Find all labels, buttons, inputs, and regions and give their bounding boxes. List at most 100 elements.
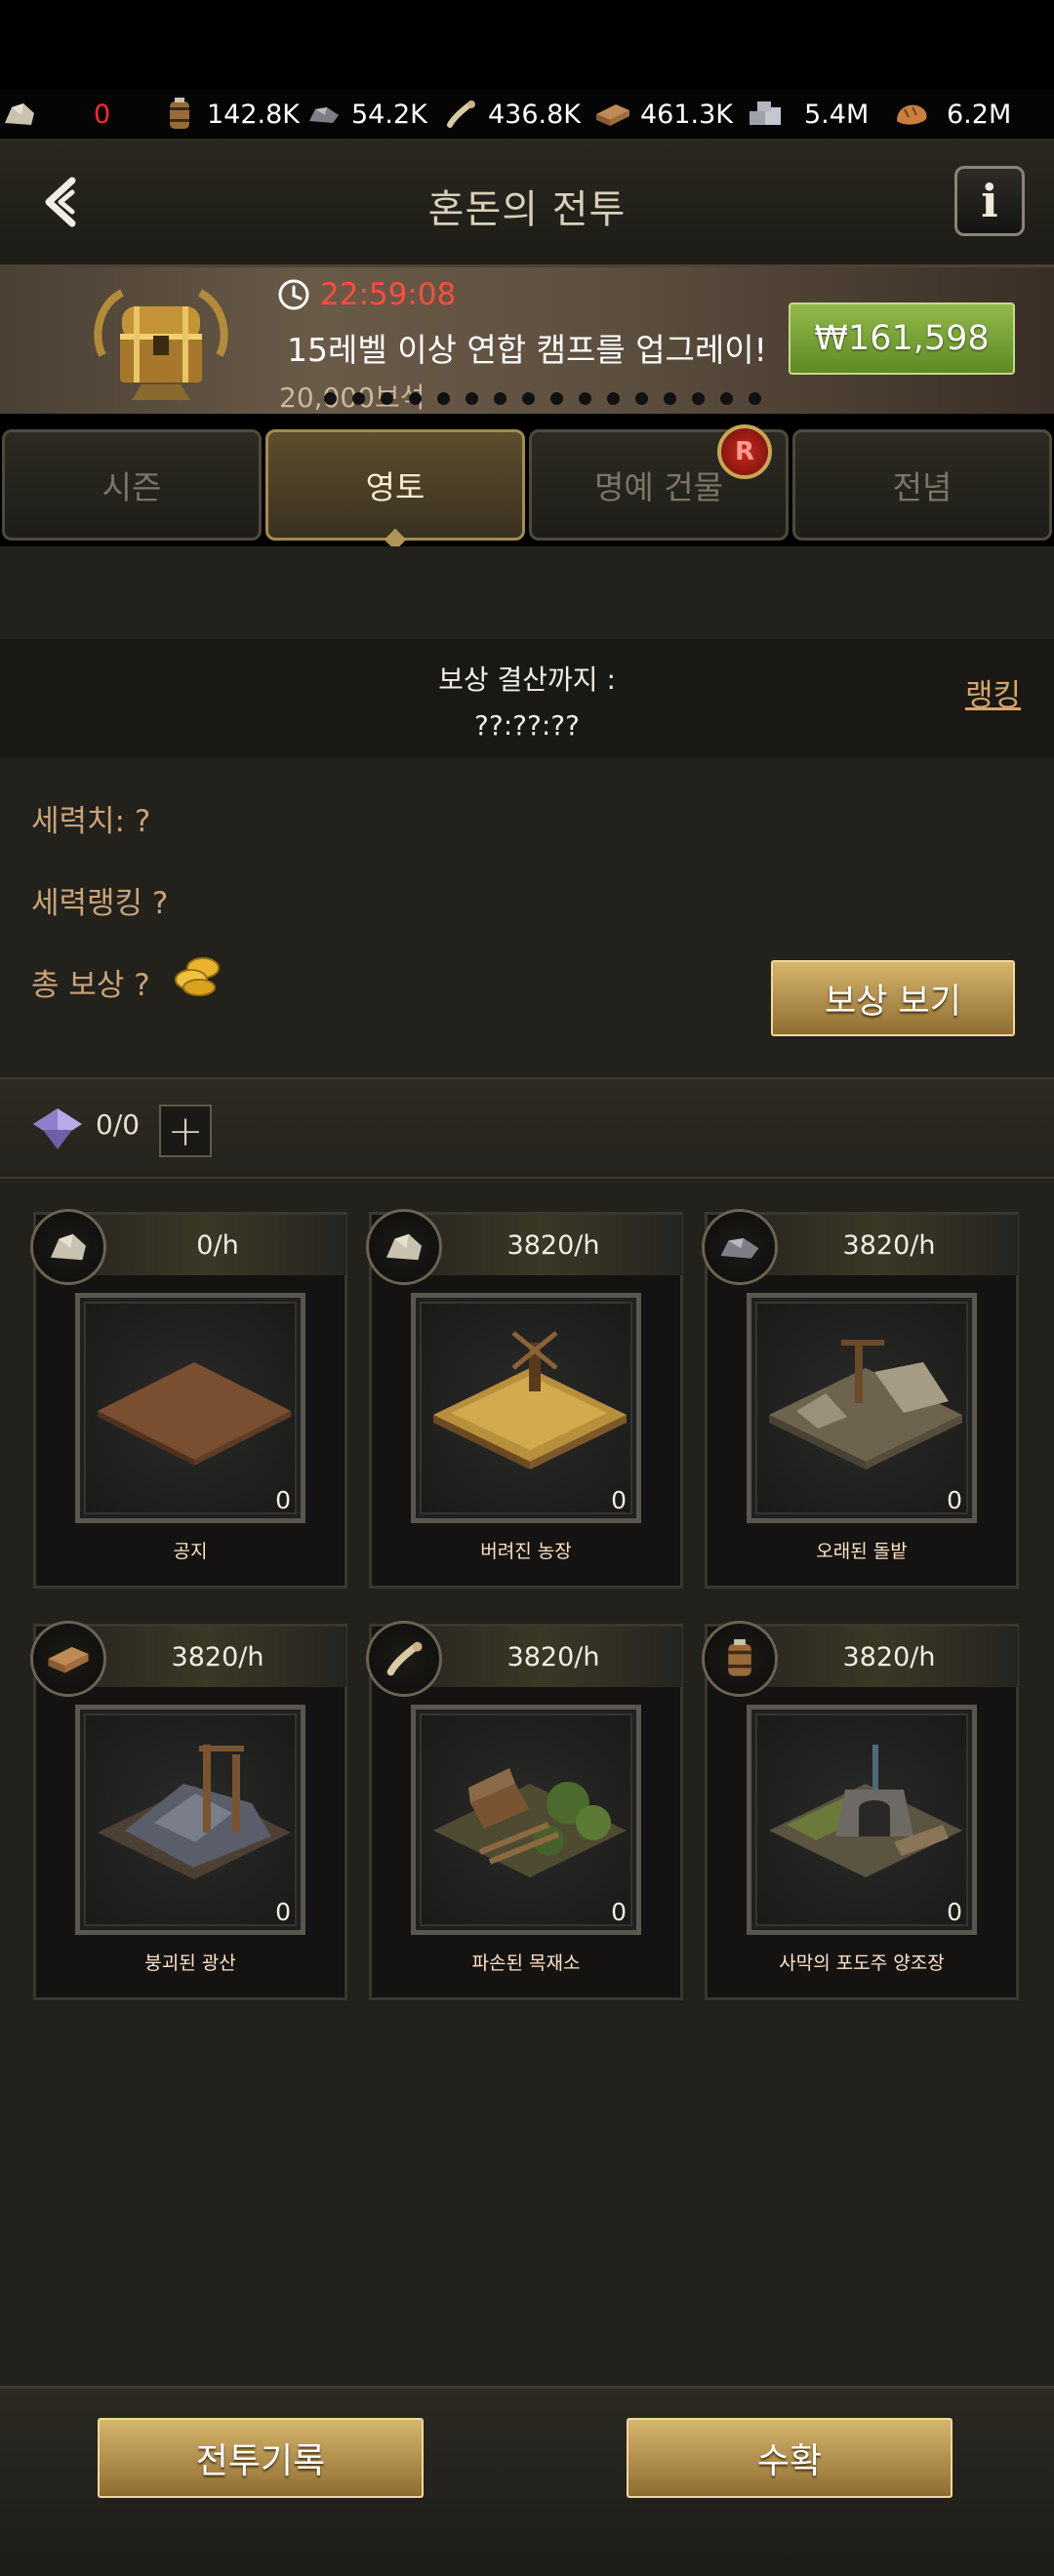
settlement-label: 보상 결산까지 : bbox=[438, 664, 616, 696]
battle-log-button[interactable]: 전투기록 bbox=[98, 2418, 424, 2498]
settlement-panel: 보상 결산까지 : ??:??:?? 랭킹 bbox=[0, 639, 1054, 758]
view-rewards-button[interactable]: 보상 보기 bbox=[771, 960, 1015, 1036]
territory-name: 붕괴된 광산 bbox=[144, 1952, 236, 1974]
territory-card-empty-land[interactable]: 0/h 0 공지 bbox=[30, 1209, 347, 1589]
territory-card-broken-sawmill[interactable]: 3820/h 0 파손된 목재소 bbox=[366, 1621, 683, 2000]
tab-label: 시즌 bbox=[101, 468, 162, 506]
tab-season[interactable]: 시즌 bbox=[2, 429, 262, 541]
resource-iron[interactable]: 54.2K bbox=[304, 90, 441, 139]
promo-timer: 22:59:08 bbox=[277, 277, 456, 312]
status-bar bbox=[0, 0, 1054, 90]
slot-count: 0/0 bbox=[96, 1108, 141, 1141]
clock-icon bbox=[278, 279, 309, 310]
territory-card-collapsed-mine[interactable]: 3820/h 0 붕괴된 광산 bbox=[30, 1621, 347, 2000]
bread-icon bbox=[892, 97, 931, 132]
resource-value: 461.3K bbox=[640, 99, 734, 130]
bottom-action-bar: 전투기록 수확 bbox=[0, 2386, 1054, 2576]
territory-image-frame: 0 bbox=[747, 1705, 977, 1935]
carousel-dot[interactable] bbox=[466, 392, 478, 405]
info-icon: i bbox=[981, 175, 998, 227]
carousel-dot[interactable] bbox=[324, 392, 337, 405]
carousel-dot[interactable] bbox=[579, 392, 591, 405]
territory-card-old-quarry[interactable]: 3820/h 0 오래된 돌밭 bbox=[702, 1209, 1019, 1589]
old-quarry-image bbox=[769, 1340, 962, 1469]
territory-name: 파손된 목재소 bbox=[471, 1952, 581, 1974]
resource-wood[interactable]: 461.3K bbox=[593, 90, 746, 139]
bone-icon bbox=[366, 1621, 442, 1697]
territory-image-frame: 0 bbox=[411, 1705, 641, 1935]
tab-label: 영토 bbox=[365, 468, 426, 506]
card-header: 3820/h bbox=[65, 1627, 346, 1687]
carousel-dot[interactable] bbox=[494, 392, 507, 405]
wine-barrel-icon bbox=[702, 1621, 778, 1697]
carousel-dot[interactable] bbox=[692, 392, 705, 405]
card-header: 3820/h bbox=[737, 1215, 1018, 1275]
carousel-dots[interactable] bbox=[324, 392, 761, 405]
production-rate: 3820/h bbox=[171, 1641, 264, 1672]
collapsed-mine-image bbox=[98, 1745, 291, 1879]
wood-icon bbox=[593, 97, 632, 132]
abandoned-farm-image bbox=[433, 1331, 627, 1469]
tab-label: 전념 bbox=[892, 468, 953, 506]
production-rate: 3820/h bbox=[842, 1641, 936, 1672]
production-rate: 3820/h bbox=[507, 1229, 600, 1261]
slot-bar: 0/0 + bbox=[0, 1077, 1054, 1179]
carousel-dot[interactable] bbox=[720, 392, 733, 405]
gold-coins-icon bbox=[175, 957, 220, 996]
resource-value: 54.2K bbox=[351, 99, 427, 130]
resource-value: 6.2M bbox=[947, 99, 1012, 130]
power-rank-stat: 세력랭킹 ? bbox=[31, 886, 169, 921]
resource-value: 5.4M bbox=[804, 99, 870, 130]
harvest-button[interactable]: 수확 bbox=[627, 2418, 953, 2498]
page-title: 혼돈의 전투 bbox=[427, 187, 627, 232]
resource-bread[interactable]: 6.2M bbox=[892, 90, 1048, 139]
territory-count: 0 bbox=[611, 1898, 627, 1926]
resource-bone[interactable]: 436.8K bbox=[441, 90, 593, 139]
add-slot-button[interactable]: + bbox=[159, 1105, 212, 1157]
territory-count: 0 bbox=[275, 1898, 291, 1926]
carousel-dot[interactable] bbox=[352, 392, 365, 405]
territory-count: 0 bbox=[947, 1898, 962, 1926]
card-header: 3820/h bbox=[401, 1627, 682, 1687]
tab-label: 명예 건물 bbox=[594, 468, 723, 506]
tab-dedication[interactable]: 전념 bbox=[792, 429, 1052, 541]
territory-count: 0 bbox=[947, 1486, 962, 1514]
carousel-dot[interactable] bbox=[381, 392, 393, 405]
territory-card-abandoned-farm[interactable]: 3820/h 0 버려진 농장 bbox=[366, 1209, 683, 1589]
territory-count: 0 bbox=[611, 1486, 627, 1514]
resource-stone[interactable]: 0 bbox=[0, 90, 160, 139]
resource-wine[interactable]: 142.8K bbox=[160, 90, 304, 139]
tab-territory[interactable]: 영토 bbox=[265, 429, 525, 541]
territory-image-frame: 0 bbox=[75, 1705, 305, 1935]
production-rate: 3820/h bbox=[842, 1229, 936, 1261]
wine-barrel-icon bbox=[160, 97, 199, 132]
desert-winery-image bbox=[769, 1745, 962, 1877]
carousel-dot[interactable] bbox=[664, 392, 676, 405]
metal-icon bbox=[746, 97, 785, 132]
carousel-dot[interactable] bbox=[749, 392, 761, 405]
ranking-link[interactable]: 랭킹 bbox=[965, 670, 1021, 714]
territory-image-frame: 0 bbox=[411, 1293, 641, 1523]
territory-image-frame: 0 bbox=[75, 1293, 305, 1523]
purchase-button[interactable]: ₩161,598 bbox=[789, 302, 1015, 375]
plus-icon: + bbox=[167, 1106, 204, 1156]
carousel-dot[interactable] bbox=[409, 392, 422, 405]
stone-ore-icon bbox=[30, 1209, 106, 1285]
carousel-dot[interactable] bbox=[522, 392, 535, 405]
empty-land-image bbox=[98, 1362, 291, 1466]
carousel-dot[interactable] bbox=[550, 392, 563, 405]
tab-honor-building[interactable]: 명예 건물 R bbox=[529, 424, 789, 541]
territory-card-desert-winery[interactable]: 3820/h 0 사막의 포도주 양조장 bbox=[702, 1621, 1019, 2000]
notification-badge: R bbox=[717, 424, 772, 479]
carousel-dot[interactable] bbox=[607, 392, 620, 405]
carousel-dot[interactable] bbox=[635, 392, 648, 405]
carousel-dot[interactable] bbox=[437, 392, 450, 405]
promo-banner[interactable]: 22:59:08 15레벨 이상 연합 캠프를 업그레이! 20,000보석 ₩… bbox=[0, 267, 1054, 414]
territory-image-frame: 0 bbox=[747, 1293, 977, 1523]
resource-metal[interactable]: 5.4M bbox=[746, 90, 892, 139]
power-stat: 세력치: ? bbox=[31, 804, 151, 839]
info-button[interactable]: i bbox=[954, 166, 1025, 236]
stone-ore-icon bbox=[366, 1209, 442, 1285]
production-rate: 3820/h bbox=[507, 1641, 600, 1672]
settlement-time: ??:??:?? bbox=[473, 709, 581, 742]
